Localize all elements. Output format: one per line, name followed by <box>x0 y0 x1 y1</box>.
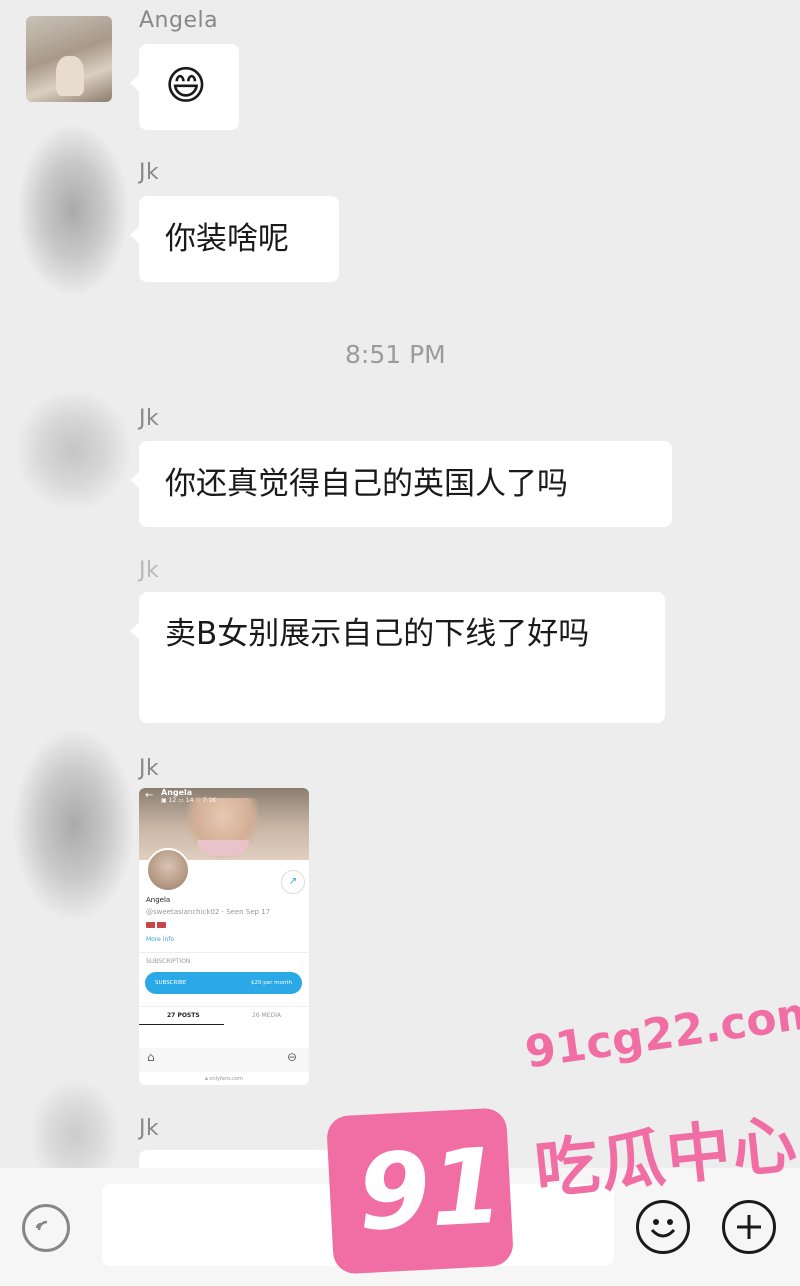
avatar-jk-blurred[interactable] <box>14 730 134 920</box>
sender-name: Jk <box>139 1116 160 1141</box>
timestamp: 8:51 PM <box>345 340 446 369</box>
subscription-heading: SUBSCRIPTION <box>146 958 191 965</box>
sender-name: Jk <box>139 406 160 431</box>
lock-icon: 🔒︎ <box>205 1076 208 1082</box>
subscribe-button[interactable]: SUBSCRIBE $20 per month <box>145 972 302 994</box>
message-bubble[interactable]: 你装啥呢 <box>130 196 339 282</box>
avatar-jk-blurred[interactable] <box>16 390 131 510</box>
shared-image-message[interactable]: ← Angela ▣ 12 ▭ 14 ♡ 7.1K ↗ Angela @swee… <box>139 788 309 1085</box>
voice-toggle-icon[interactable] <box>22 1204 70 1252</box>
subscribe-label: SUBSCRIBE <box>155 980 187 986</box>
divider <box>139 952 309 953</box>
minus-circle-icon[interactable]: ⊖ <box>287 1050 297 1064</box>
message-bubble[interactable]: 😄 <box>130 44 239 130</box>
emoji-button-icon[interactable] <box>636 1200 690 1254</box>
video-icon: ▭ <box>178 797 184 804</box>
profile-username: @sweetasianchick02 <box>146 908 220 916</box>
grinning-emoji-icon: 😄 <box>165 63 207 109</box>
sender-name: Angela <box>139 8 219 33</box>
watermark-logo-badge: 91 <box>325 1107 515 1275</box>
profile-username-line: @sweetasianchick02 · Seen Sep 17 <box>146 908 271 916</box>
tab-posts[interactable]: 27 POSTS <box>167 1012 200 1019</box>
url-bar: 🔒︎ onlyfans.com <box>139 1076 309 1082</box>
sender-name: Jk <box>139 558 160 583</box>
heart-icon: ♡ <box>195 797 201 804</box>
watermark-logo-text: 91 <box>354 1124 506 1255</box>
bottom-nav: ⌂ ⊖ <box>139 1048 309 1072</box>
message-bubble-partial[interactable] <box>139 1150 339 1170</box>
sender-name: Jk <box>139 756 160 781</box>
sender-name: Jk <box>139 160 160 185</box>
watermark-domain: 91cg22.com <box>522 986 800 1079</box>
subscription-price: $20 per month <box>251 980 292 986</box>
tab-underline <box>139 1024 224 1025</box>
photo-count: 12 <box>168 797 177 804</box>
share-icon[interactable]: ↗ <box>281 870 305 894</box>
avatar-jk-blurred[interactable] <box>18 125 128 295</box>
profile-name: Angela <box>146 896 171 904</box>
profile-avatar[interactable] <box>146 848 190 892</box>
more-info-link[interactable]: More info <box>146 936 174 943</box>
profile-name-header: Angela <box>161 788 193 797</box>
profile-stats: ▣ 12 ▭ 14 ♡ 7.1K <box>161 797 216 804</box>
like-count: 7.1K <box>202 797 217 804</box>
back-arrow-icon[interactable]: ← <box>145 790 153 801</box>
last-seen: Seen Sep 17 <box>226 908 271 916</box>
plus-button-icon[interactable] <box>722 1200 776 1254</box>
avatar-angela[interactable] <box>26 16 112 102</box>
url-text: onlyfans.com <box>209 1076 243 1082</box>
message-bubble[interactable]: 你还真觉得自己的英国人了吗 <box>130 441 672 527</box>
home-icon[interactable]: ⌂ <box>147 1050 155 1064</box>
message-bubble[interactable]: 卖B女别展示自己的下线了好吗 <box>130 592 665 723</box>
divider <box>139 1006 309 1007</box>
flag-icons <box>146 922 166 928</box>
message-text: 你装啥呢 <box>165 221 289 257</box>
video-count: 14 <box>185 797 194 804</box>
photo-icon: ▣ <box>161 797 167 804</box>
avatar-figure <box>56 56 84 96</box>
message-text: 你还真觉得自己的英国人了吗 <box>165 466 568 502</box>
cover-garment <box>197 840 249 856</box>
tab-media[interactable]: 26 MEDIA <box>252 1012 281 1019</box>
message-text: 卖B女别展示自己的下线了好吗 <box>165 616 590 652</box>
